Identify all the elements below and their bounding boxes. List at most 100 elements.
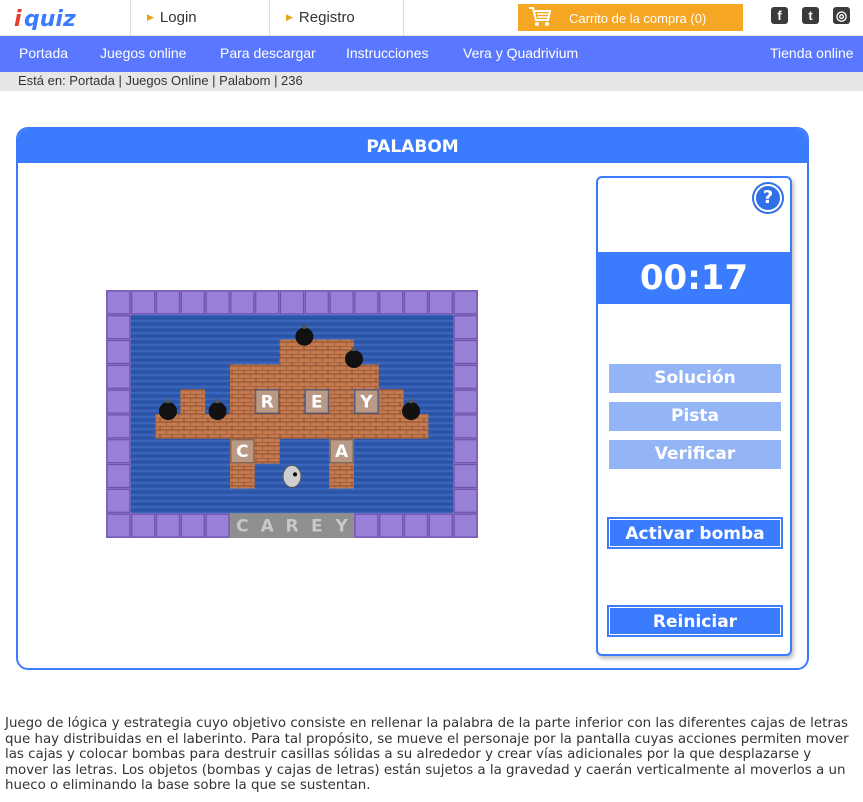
main-nav: Portada Juegos online Para descargar Ins… [0, 36, 863, 72]
wall-block [354, 290, 379, 315]
instagram-icon[interactable]: ◎ [833, 7, 850, 24]
bomb-icon [159, 402, 177, 421]
brick-block [254, 438, 280, 464]
letter-tile-label: A [335, 442, 349, 462]
wall-block [106, 464, 131, 488]
restart-button[interactable]: Reiniciar [609, 607, 781, 635]
arrow-icon: ▶ [286, 12, 293, 22]
login-label: Login [159, 9, 197, 26]
iquiz-logo[interactable]: i quiz [12, 6, 110, 30]
brick-block [180, 389, 206, 414]
brick-block [230, 364, 379, 390]
wall-block [329, 290, 354, 315]
hint-button[interactable]: Pista [609, 402, 781, 431]
login-link[interactable]: ▶ Login [147, 9, 197, 26]
top-bar: i quiz ▶ Login ▶ Registro Carrito de la co… [0, 0, 863, 36]
help-icon[interactable]: ? [754, 184, 782, 212]
wall-block [106, 290, 131, 315]
wall-block [131, 513, 156, 538]
nav-item-juegos-online[interactable]: Juegos online [100, 45, 186, 61]
letter-tile-label: C [236, 442, 248, 462]
wall-block [156, 290, 180, 315]
control-panel: ? 00:17 Solución Pista Verificar Activar… [596, 176, 792, 656]
solution-button[interactable]: Solución [609, 364, 781, 393]
activate-bomb-button[interactable]: Activar bomba [609, 519, 781, 547]
player-eye [293, 472, 297, 477]
wall-block [106, 513, 131, 538]
wall-block [180, 290, 205, 315]
wall-block [131, 290, 156, 315]
game-board[interactable]: R E YC AC A R E Y [106, 290, 478, 538]
brick-block [279, 389, 305, 414]
cart-icon [529, 7, 552, 26]
nav-item-instrucciones[interactable]: Instrucciones [346, 45, 428, 61]
register-link[interactable]: ▶ Registro [286, 9, 355, 26]
bomb-icon [295, 327, 314, 346]
cart-label: Carrito de la compra (0) [569, 11, 707, 26]
wall-block [255, 290, 280, 315]
wall-block [453, 513, 478, 538]
brick-block [378, 389, 404, 414]
wall-block [428, 513, 453, 538]
nav-item-portada[interactable]: Portada [19, 45, 68, 61]
breadcrumb: Está en: Portada | Juegos Online | Palab… [0, 72, 863, 91]
letter-tile-label: R [261, 393, 274, 413]
wall-block [453, 488, 478, 513]
brick-block [155, 414, 429, 439]
cart-button[interactable]: Carrito de la compra (0) [518, 4, 743, 31]
letter-tile-label: Y [359, 393, 373, 413]
twitter-icon[interactable]: t [802, 7, 819, 24]
wall-block [106, 414, 131, 439]
nav-item-para-descargar[interactable]: Para descargar [220, 45, 316, 61]
wall-block [354, 513, 379, 538]
game-panel: PALABOM REYCACAREY ? 00:17 Solución Pist… [16, 127, 809, 670]
player-icon [282, 464, 302, 488]
brick-block [230, 463, 255, 489]
wall-block [453, 389, 478, 414]
nav-item-vera-quadrivium[interactable]: Vera y Quadrivium [463, 45, 578, 61]
separator [403, 0, 404, 36]
wall-block [379, 290, 404, 315]
register-label: Registro [298, 9, 355, 26]
wall-block [106, 364, 131, 389]
arrow-icon: ▶ [147, 12, 154, 22]
verify-button[interactable]: Verificar [609, 440, 781, 469]
wall-block [106, 315, 131, 340]
brick-block [329, 389, 354, 414]
target-letter: A [261, 517, 275, 537]
brick-block [279, 339, 354, 365]
wall-block [106, 439, 131, 464]
svg-text:quiz: quiz [24, 7, 76, 30]
separator [269, 0, 270, 36]
wall-block [106, 340, 131, 364]
timer-display: 00:17 [598, 252, 790, 304]
nav-item-tienda-online[interactable]: Tienda online [770, 45, 854, 61]
wall-block [453, 290, 478, 315]
game-title: PALABOM [18, 129, 807, 163]
wall-block [205, 513, 230, 538]
wall-block [106, 488, 131, 513]
wall-block [180, 513, 205, 538]
target-letter: R [285, 517, 298, 537]
target-letter: C [236, 517, 248, 537]
facebook-icon[interactable]: f [771, 7, 788, 24]
wall-block [453, 364, 478, 389]
target-letter: E [311, 517, 323, 537]
wall-block [156, 513, 180, 538]
wall-block [304, 290, 329, 315]
bomb-fuse [409, 399, 414, 404]
target-letter: Y [334, 517, 348, 537]
wall-block [280, 290, 304, 315]
bomb-fuse [215, 399, 220, 404]
bomb-icon [345, 350, 363, 369]
wall-block [404, 513, 428, 538]
bomb-fuse [302, 324, 307, 329]
bomb-icon [402, 402, 421, 421]
wall-block [453, 315, 478, 340]
wall-block [453, 464, 478, 488]
bomb-fuse [352, 347, 356, 352]
game-description: Juego de lógica y estrategia cuyo objeti… [5, 716, 849, 794]
brick-block [329, 463, 354, 489]
bomb-fuse [166, 399, 170, 404]
wall-block [453, 340, 478, 364]
